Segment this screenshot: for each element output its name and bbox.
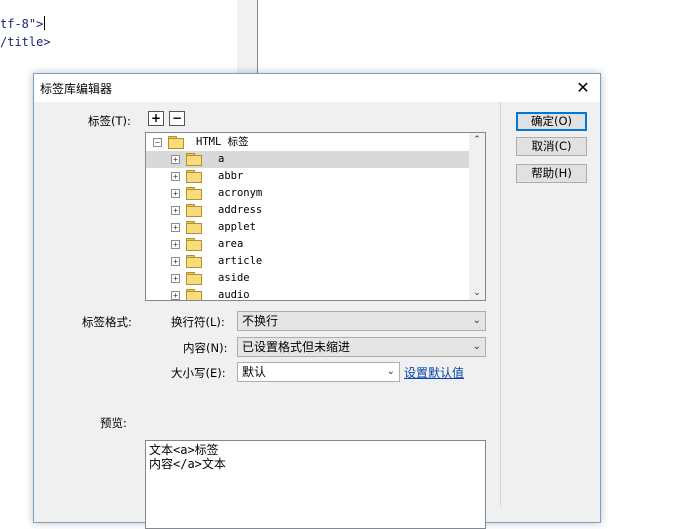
folder-icon: [186, 170, 202, 183]
ok-button[interactable]: 确定(O): [516, 112, 587, 131]
folder-icon: [186, 289, 202, 300]
plus-box-icon[interactable]: +: [171, 172, 180, 181]
tree-item[interactable]: + aside: [146, 270, 470, 287]
dialog-title: 标签库编辑器: [40, 82, 113, 96]
tree-item[interactable]: + applet: [146, 219, 470, 236]
tree-item-label: aside: [218, 272, 250, 284]
tree-item[interactable]: + article: [146, 253, 470, 270]
plus-box-icon[interactable]: +: [171, 291, 180, 300]
tree-item-label: abbr: [218, 170, 244, 182]
tree-item[interactable]: + area: [146, 236, 470, 253]
linebreak-select[interactable]: 不换行 ⌄: [237, 311, 486, 331]
tag-label: 标签(T):: [88, 114, 131, 128]
content-select[interactable]: 已设置格式但未缩进 ⌄: [237, 337, 486, 357]
close-icon: ✕: [576, 78, 590, 97]
tree-root-label: HTML 标签: [196, 136, 249, 148]
cancel-button[interactable]: 取消(C): [516, 137, 587, 156]
plus-box-icon[interactable]: +: [171, 223, 180, 232]
plus-box-icon[interactable]: +: [171, 257, 180, 266]
text-caret: [44, 16, 46, 30]
dialog-titlebar: 标签库编辑器 ✕: [34, 74, 600, 102]
preview-line-2: 内容</a>文本: [149, 457, 226, 471]
minus-box-icon[interactable]: −: [153, 138, 162, 147]
tag-format-label: 标签格式:: [82, 315, 132, 329]
linebreak-label: 换行符(L):: [171, 315, 225, 329]
plus-box-icon[interactable]: +: [171, 274, 180, 283]
folder-icon: [186, 272, 202, 285]
chevron-down-icon: ⌄: [472, 315, 481, 326]
folder-icon: [186, 187, 202, 200]
tree-item-label: area: [218, 238, 244, 250]
scroll-up-arrow-icon[interactable]: ⌃: [469, 133, 485, 147]
tree-item-label: applet: [218, 221, 256, 233]
content-label: 内容(N):: [183, 341, 228, 355]
linebreak-value: 不换行: [242, 314, 279, 328]
tag-library-editor-dialog: 标签库编辑器 ✕ 标签(T): + − − HTML 标签 + a + abbr + ac…: [33, 73, 601, 529]
folder-icon: [168, 136, 184, 149]
tree-item[interactable]: + address: [146, 202, 470, 219]
plus-box-icon[interactable]: +: [171, 155, 180, 164]
case-select[interactable]: 默认 ⌄: [237, 362, 400, 382]
tree-item-label: acronym: [218, 187, 263, 199]
scroll-down-arrow-icon[interactable]: ⌄: [469, 286, 485, 300]
add-tag-button[interactable]: +: [148, 111, 164, 126]
help-button[interactable]: 帮助(H): [516, 164, 587, 183]
folder-icon: [186, 204, 202, 217]
set-default-link[interactable]: 设置默认值: [404, 364, 464, 381]
tag-tree[interactable]: − HTML 标签 + a + abbr + acronym + address + applet…: [145, 132, 486, 301]
preview-line-1: 文本<a>标签: [149, 443, 219, 457]
tree-item-label: article: [218, 255, 263, 267]
remove-tag-button[interactable]: −: [169, 111, 185, 126]
case-label: 大小写(E):: [171, 366, 226, 380]
button-separator: [500, 102, 501, 507]
tree-item[interactable]: + acronym: [146, 185, 470, 202]
chevron-down-icon: ⌄: [472, 341, 481, 352]
folder-icon: [186, 255, 202, 268]
code-line-2: /title>: [0, 35, 51, 49]
preview-box: 文本<a>标签 内容</a>文本: [145, 440, 486, 529]
tree-item-label: address: [218, 204, 263, 216]
folder-icon: [186, 238, 202, 251]
folder-icon: [186, 221, 202, 234]
tree-root-row[interactable]: − HTML 标签: [146, 134, 470, 151]
tree-item[interactable]: + audio: [146, 287, 470, 301]
minus-icon: −: [171, 111, 183, 125]
tree-item-label: audio: [218, 289, 250, 301]
tree-item-label: a: [218, 153, 225, 165]
preview-label: 预览:: [100, 416, 127, 430]
tree-item[interactable]: + a: [146, 151, 470, 168]
code-line-1: tf-8">: [0, 17, 44, 31]
plus-box-icon[interactable]: +: [171, 240, 180, 249]
tree-scrollbar[interactable]: ⌃ ⌄: [469, 133, 485, 300]
close-button[interactable]: ✕: [566, 74, 600, 102]
content-value: 已设置格式但未缩进: [242, 340, 351, 354]
plus-box-icon[interactable]: +: [171, 189, 180, 198]
chevron-down-icon: ⌄: [386, 366, 395, 377]
tree-item[interactable]: + abbr: [146, 168, 470, 185]
plus-box-icon[interactable]: +: [171, 206, 180, 215]
dialog-content: 标签(T): + − − HTML 标签 + a + abbr + acronym + add…: [34, 102, 600, 529]
folder-icon: [186, 153, 202, 166]
plus-icon: +: [150, 111, 162, 125]
case-value: 默认: [242, 365, 267, 379]
